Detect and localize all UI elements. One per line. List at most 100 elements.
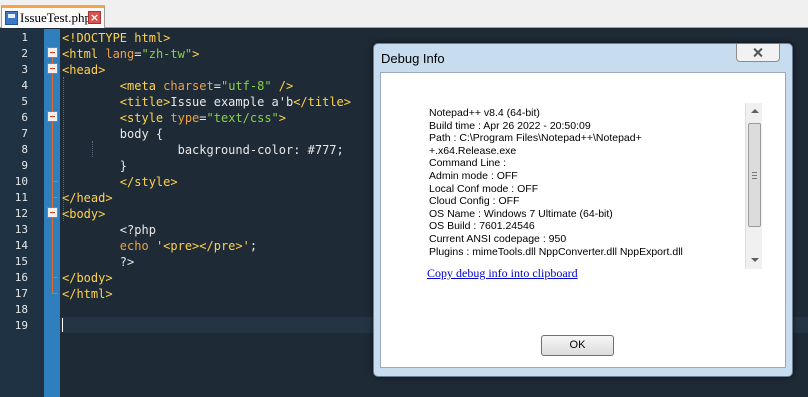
code-line: <head> xyxy=(62,62,105,78)
line-number: 6 xyxy=(21,111,28,124)
debug-info-line: Plugins : mimeTools.dll NppConverter.dll… xyxy=(429,245,683,258)
code-token: ; xyxy=(249,239,258,253)
debug-info-text: Notepad++ v8.4 (64-bit) Build time : Apr … xyxy=(429,107,739,258)
line-number: 5 xyxy=(21,95,28,108)
fold-toggle-html[interactable] xyxy=(47,47,58,58)
code-token: </html> xyxy=(62,287,113,301)
code-token: > xyxy=(192,47,200,61)
line-number: 7 xyxy=(21,127,28,140)
line-number: 13 xyxy=(14,223,28,236)
code-token: "utf-8" xyxy=(220,79,272,93)
scroll-thumb[interactable] xyxy=(748,123,761,227)
code-token: <html xyxy=(62,47,106,61)
text-caret xyxy=(62,318,63,332)
debug-info-line: OS Name : Windows 7 Ultimate (64-bit) xyxy=(429,207,613,220)
fold-end-marker xyxy=(52,197,58,198)
code-token: </style> xyxy=(119,175,178,189)
debug-info-line: Current ANSI codepage : 950 xyxy=(429,232,567,245)
code-token: } xyxy=(62,159,128,173)
tab-issuetest[interactable]: IssueTest.php × xyxy=(1,5,105,28)
line-number: 2 xyxy=(21,47,28,60)
dialog-title: Debug Info xyxy=(381,51,445,66)
code-token: <?php xyxy=(62,223,156,237)
code-token: = xyxy=(213,79,221,93)
code-token: ?> xyxy=(62,255,135,269)
code-line: </head> xyxy=(62,190,113,206)
scrollbar[interactable] xyxy=(745,103,762,269)
debug-info-line: Admin mode : OFF xyxy=(429,169,518,182)
line-number: 12 xyxy=(14,207,28,220)
code-token: <!DOCTYPE html> xyxy=(62,31,171,45)
close-icon[interactable] xyxy=(736,44,780,62)
fold-end-marker xyxy=(52,293,58,294)
code-token: lang xyxy=(105,47,135,61)
code-token: '<pre></pre>' xyxy=(155,239,250,253)
code-line: </body> xyxy=(62,270,113,286)
code-token: > xyxy=(278,111,286,125)
code-line: body { xyxy=(62,126,163,142)
code-line: ?> xyxy=(62,254,134,270)
line-number: 9 xyxy=(21,159,28,172)
debug-info-line: Cloud Config : OFF xyxy=(429,195,520,208)
code-line: <style type="text/css"> xyxy=(62,110,286,126)
code-token: </body> xyxy=(62,271,113,285)
code-line: <html lang="zh-tw"> xyxy=(62,46,199,62)
fold-toggle-body[interactable] xyxy=(47,207,58,218)
code-token: = xyxy=(134,47,142,61)
debug-info-line: OS Build : 7601.24546 xyxy=(429,220,535,233)
code-line: <body> xyxy=(62,206,105,222)
line-number: 14 xyxy=(14,239,28,252)
code-line: </style> xyxy=(62,174,178,190)
code-line: <?php xyxy=(62,222,156,238)
fold-toggle-head[interactable] xyxy=(47,63,58,74)
line-number: 11 xyxy=(14,191,28,204)
code-token: /> xyxy=(271,79,294,93)
debug-info-line: +.x64.Release.exe xyxy=(429,144,517,157)
close-icon[interactable]: × xyxy=(88,11,101,24)
code-line: echo '<pre></pre>'; xyxy=(62,238,257,254)
code-token: Issue example a'b xyxy=(170,95,294,109)
debug-info-line: Command Line : xyxy=(429,157,507,170)
line-number: 8 xyxy=(21,143,28,156)
code-token: "text/css" xyxy=(206,111,279,125)
line-number: 19 xyxy=(14,319,28,332)
line-number: 3 xyxy=(21,63,28,76)
code-token: <body> xyxy=(62,207,106,221)
code-token: charset xyxy=(163,79,214,93)
fold-guide xyxy=(52,218,53,293)
code-token: <head> xyxy=(62,63,106,77)
scroll-down-icon[interactable] xyxy=(746,252,763,269)
dialog-body: Notepad++ v8.4 (64-bit) Build time : Apr … xyxy=(380,72,786,368)
line-number: 16 xyxy=(14,271,28,284)
tab-label: IssueTest.php xyxy=(20,10,91,25)
fold-guide xyxy=(52,122,53,207)
fold-toggle-style[interactable] xyxy=(47,111,58,122)
code-line: <meta charset="utf-8" /> xyxy=(62,78,293,94)
fold-guide xyxy=(52,58,53,63)
fold-guide xyxy=(52,74,53,111)
line-number: 4 xyxy=(21,79,28,92)
debug-info-line: Path : C:\Program Files\Notepad++\Notepa… xyxy=(429,132,642,145)
code-token: <meta xyxy=(119,79,164,93)
fold-end-marker xyxy=(52,181,58,182)
line-number: 10 xyxy=(14,175,28,188)
debug-info-textbox[interactable]: Notepad++ v8.4 (64-bit) Build time : Apr … xyxy=(425,103,763,269)
copy-debug-info-link[interactable]: Copy debug info into clipboard xyxy=(427,266,578,281)
code-line: <!DOCTYPE html> xyxy=(62,30,170,46)
line-number: 15 xyxy=(14,255,28,268)
code-line: </html> xyxy=(62,286,113,302)
code-token: type xyxy=(170,111,200,125)
line-number: 17 xyxy=(14,287,28,300)
code-line: <title>Issue example a'b</title> xyxy=(62,94,351,110)
code-token: echo xyxy=(119,239,149,253)
tab-bar: IssueTest.php × xyxy=(0,0,808,28)
code-line: background-color: #777; xyxy=(62,142,344,158)
ok-button[interactable]: OK xyxy=(541,335,614,356)
scroll-up-icon[interactable] xyxy=(746,103,763,120)
